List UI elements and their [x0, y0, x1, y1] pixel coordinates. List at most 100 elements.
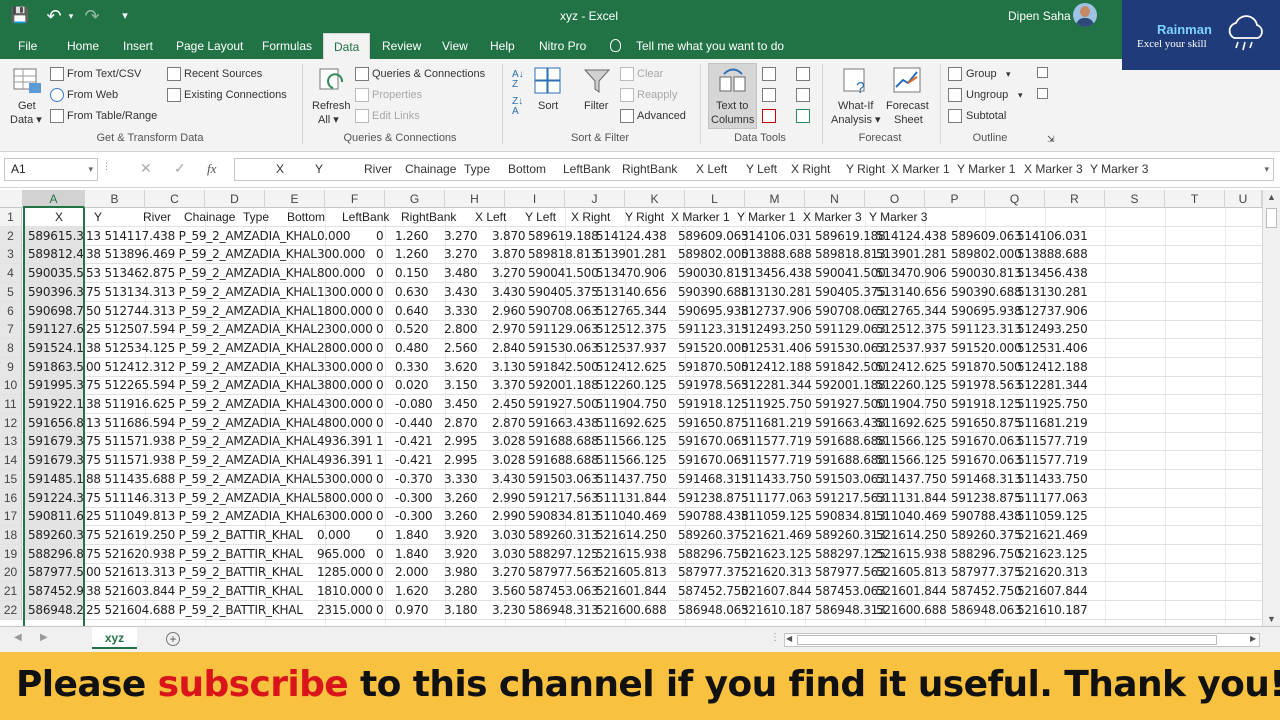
header-cell[interactable]: X Right: [571, 208, 610, 226]
cell-value[interactable]: 591688.688: [528, 451, 599, 469]
subtotal-button[interactable]: Subtotal: [966, 110, 1006, 123]
cell-value[interactable]: 511577.719: [1017, 451, 1088, 469]
cell-value[interactable]: 511681.219: [741, 414, 812, 432]
sort-za-icon[interactable]: Z↓ A: [512, 97, 523, 117]
cell-value[interactable]: 4936.391: [317, 432, 373, 450]
cell-value[interactable]: 3.028: [492, 432, 526, 450]
cell-value[interactable]: 586948.063: [951, 601, 1022, 619]
relationships-icon[interactable]: [796, 88, 810, 102]
cell-value[interactable]: 0: [376, 582, 384, 600]
cell-value[interactable]: 591217.563: [528, 489, 599, 507]
cell-value[interactable]: 0.330: [395, 358, 429, 376]
cell-value[interactable]: 511177.063: [1017, 489, 1088, 507]
cell-value[interactable]: 1300.000: [317, 283, 373, 301]
cell-value[interactable]: 6300.000: [317, 507, 373, 525]
cell-value[interactable]: 513140.656: [596, 283, 667, 301]
cell-value[interactable]: 511904.750: [876, 395, 947, 413]
cell-value[interactable]: 3.980: [444, 563, 478, 581]
cell-value[interactable]: 75 513134.313 P_59_2_AMZADIA_KHAL: [86, 283, 317, 301]
cell-value[interactable]: 521610.187: [1017, 601, 1088, 619]
cell-value[interactable]: 591688.688: [815, 432, 886, 450]
from-table-range-button[interactable]: From Table/Range: [67, 110, 157, 123]
cell-value[interactable]: 512493.250: [741, 320, 812, 338]
cell-value[interactable]: 591468.313: [951, 470, 1022, 488]
cell-value[interactable]: 588297.125: [815, 545, 886, 563]
cell-value[interactable]: 521620.313: [1017, 563, 1088, 581]
cell-a[interactable]: 589260.3: [23, 525, 84, 544]
cell-value[interactable]: 512765.344: [876, 302, 947, 320]
cell-a[interactable]: 591485.1: [23, 469, 84, 488]
cell-value[interactable]: 521621.469: [741, 526, 812, 544]
cell-value[interactable]: 3.130: [492, 358, 526, 376]
filter-button[interactable]: Filter: [584, 100, 608, 113]
cell-value[interactable]: 590030.813: [678, 264, 749, 282]
cell-value[interactable]: 3.330: [444, 470, 478, 488]
outline-dialog-launcher-icon[interactable]: ⇲: [1047, 133, 1055, 146]
cell-value[interactable]: 75 511571.938 P_59_2_AMZADIA_KHAL: [86, 432, 317, 450]
cell-value[interactable]: 0: [376, 264, 384, 282]
tab-nitro-pro[interactable]: Nitro Pro: [537, 33, 588, 59]
row-number[interactable]: 1: [0, 208, 22, 226]
cell-value[interactable]: 00 512412.312 P_59_2_AMZADIA_KHAL: [86, 358, 317, 376]
cell-value[interactable]: 591978.563: [951, 376, 1022, 394]
enter-icon[interactable]: ✓: [174, 160, 186, 177]
cell-value[interactable]: 591238.875: [951, 489, 1022, 507]
refresh-all-button[interactable]: Refresh: [312, 100, 351, 113]
cell-value[interactable]: 590041.500: [528, 264, 599, 282]
cell-value[interactable]: 3.330: [444, 302, 478, 320]
cell-value[interactable]: 3.030: [492, 526, 526, 544]
cell-value[interactable]: 587977.375: [951, 563, 1022, 581]
cell-value[interactable]: 512493.250: [1017, 320, 1088, 338]
row-number[interactable]: 4: [0, 264, 22, 283]
cell-value[interactable]: 521615.938: [876, 545, 947, 563]
cell-value[interactable]: 0: [376, 507, 384, 525]
cell-value[interactable]: 3.270: [444, 245, 478, 263]
cell-value[interactable]: 0: [376, 358, 384, 376]
cell-value[interactable]: 512281.344: [741, 376, 812, 394]
cell-value[interactable]: 0: [376, 283, 384, 301]
cell-value[interactable]: 521600.688: [596, 601, 667, 619]
header-cell[interactable]: Y Right: [625, 208, 664, 226]
cell-value[interactable]: 591123.313: [678, 320, 749, 338]
cell-value[interactable]: 511681.219: [1017, 414, 1088, 432]
cell-value[interactable]: 3.180: [444, 601, 478, 619]
cell-value[interactable]: 3.280: [444, 582, 478, 600]
cell-value[interactable]: 511131.844: [596, 489, 667, 507]
cell-value[interactable]: 514106.031: [741, 227, 812, 245]
cell-value[interactable]: 591870.500: [678, 358, 749, 376]
cell-value[interactable]: 800.000: [317, 264, 365, 282]
cell-value[interactable]: 0.150: [395, 264, 429, 282]
cell-value[interactable]: 521601.844: [876, 582, 947, 600]
tab-view[interactable]: View: [440, 33, 470, 59]
sheet-prev-icon[interactable]: ◀: [14, 632, 22, 643]
cell-value[interactable]: 512737.906: [1017, 302, 1088, 320]
cell-value[interactable]: 586948.313: [815, 601, 886, 619]
row-number[interactable]: 7: [0, 320, 22, 339]
cell-value[interactable]: 0.000: [317, 227, 351, 245]
header-cell[interactable]: Bottom: [287, 208, 325, 226]
cell-value[interactable]: 590708.063: [528, 302, 599, 320]
column-header-u[interactable]: U: [1225, 190, 1262, 208]
cell-value[interactable]: 591670.063: [678, 451, 749, 469]
ungroup-dropdown-icon[interactable]: ▾: [1018, 89, 1023, 102]
cell-value[interactable]: 3300.000: [317, 358, 373, 376]
sheet-tab-xyz[interactable]: xyz: [92, 627, 137, 649]
cell-value[interactable]: 2.000: [395, 563, 429, 581]
avatar[interactable]: [1073, 3, 1097, 27]
row-number[interactable]: 9: [0, 357, 22, 376]
cell-value[interactable]: 589260.375: [678, 526, 749, 544]
cell-value[interactable]: 3.370: [492, 376, 526, 394]
cell-value[interactable]: 3.480: [444, 264, 478, 282]
what-if-analysis-dropdown[interactable]: Analysis ▾: [831, 114, 881, 127]
cell-value[interactable]: 511177.063: [741, 489, 812, 507]
header-cell[interactable]: X Marker 3: [803, 208, 862, 226]
cell-value[interactable]: 3.920: [444, 545, 478, 563]
cell-value[interactable]: 587453.063: [815, 582, 886, 600]
column-header-e[interactable]: E: [265, 190, 325, 208]
cell-value[interactable]: 590834.813: [815, 507, 886, 525]
cell-value[interactable]: 38 512534.125 P_59_2_AMZADIA_KHAL: [86, 339, 317, 357]
cell-value[interactable]: 591650.875: [678, 414, 749, 432]
cell-value[interactable]: 2.560: [444, 339, 478, 357]
from-web-button[interactable]: From Web: [67, 89, 118, 102]
cell-value[interactable]: 588296.750: [678, 545, 749, 563]
